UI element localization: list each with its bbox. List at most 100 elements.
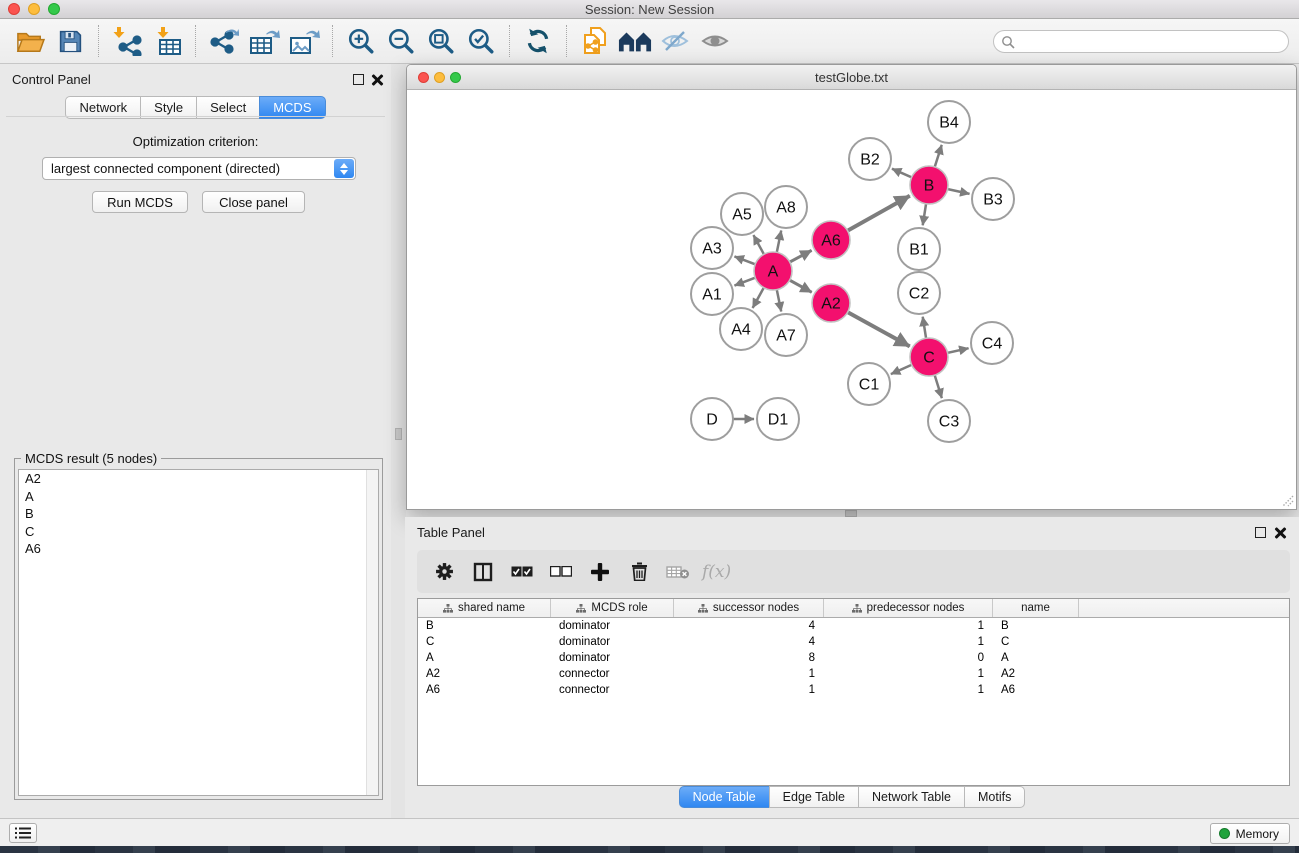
table-settings-button[interactable] xyxy=(429,557,459,587)
table-cell[interactable]: dominator xyxy=(551,618,674,634)
column-header-predecessor-nodes[interactable]: predecessor nodes xyxy=(824,599,993,617)
table-cell[interactable]: A xyxy=(418,650,551,666)
table-cell[interactable]: C xyxy=(418,634,551,650)
memory-button[interactable]: Memory xyxy=(1210,823,1290,844)
import-network-button[interactable] xyxy=(110,24,144,58)
refresh-view-button[interactable] xyxy=(521,24,555,58)
save-session-button[interactable] xyxy=(53,24,87,58)
zoom-in-button[interactable] xyxy=(344,24,378,58)
network-window-title: testGlobe.txt xyxy=(407,70,1296,85)
split-handle[interactable] xyxy=(845,510,857,517)
clone-network-button[interactable] xyxy=(578,24,612,58)
import-network-icon xyxy=(112,26,142,56)
table-cell[interactable]: B xyxy=(993,618,1079,634)
table-row[interactable]: Adominator80A xyxy=(418,650,1289,666)
table-cell[interactable]: A2 xyxy=(993,666,1079,682)
table-cell[interactable]: C xyxy=(993,634,1079,650)
table-cell[interactable]: dominator xyxy=(551,634,674,650)
hide-selected-button[interactable] xyxy=(658,24,692,58)
table-cell[interactable]: 1 xyxy=(674,682,824,698)
task-history-button[interactable] xyxy=(9,823,37,843)
table-toolbar: f(x) xyxy=(417,550,1290,593)
mcds-result-item[interactable]: A xyxy=(19,488,378,506)
mcds-result-item[interactable]: B xyxy=(19,505,378,523)
table-row[interactable]: Cdominator41C xyxy=(418,634,1289,650)
tab-motifs[interactable]: Motifs xyxy=(964,786,1025,808)
export-image-button[interactable] xyxy=(287,24,321,58)
table-cell[interactable]: A6 xyxy=(418,682,551,698)
table-cell[interactable]: 4 xyxy=(674,618,824,634)
refresh-icon xyxy=(524,27,552,55)
export-table-button[interactable] xyxy=(247,24,281,58)
column-visibility-button[interactable] xyxy=(468,557,498,587)
table-cell[interactable]: 4 xyxy=(674,634,824,650)
export-network-icon xyxy=(209,26,239,56)
import-table-button[interactable] xyxy=(150,24,184,58)
mcds-result-groupbox: MCDS result (5 nodes) A2ABCA6 xyxy=(14,458,383,800)
column-header-successor-nodes[interactable]: successor nodes xyxy=(674,599,824,617)
close-panel-icon[interactable] xyxy=(371,74,383,86)
table-cell[interactable]: 1 xyxy=(824,634,993,650)
tab-node-table[interactable]: Node Table xyxy=(679,786,769,808)
zoom-selected-button[interactable] xyxy=(464,24,498,58)
mcds-result-item[interactable]: C xyxy=(19,523,378,541)
table-cell[interactable]: 1 xyxy=(824,666,993,682)
float-panel-icon[interactable] xyxy=(353,74,364,85)
export-network-button[interactable] xyxy=(207,24,241,58)
open-session-button[interactable] xyxy=(13,24,47,58)
table-row[interactable]: Bdominator41B xyxy=(418,618,1289,634)
table-cell[interactable]: dominator xyxy=(551,650,674,666)
table-row[interactable]: A6connector11A6 xyxy=(418,682,1289,698)
tab-network-table[interactable]: Network Table xyxy=(858,786,964,808)
clone-network-icon xyxy=(581,26,609,56)
main-toolbar xyxy=(0,19,1299,64)
table-cell[interactable]: A2 xyxy=(418,666,551,682)
table-cell[interactable]: 1 xyxy=(824,682,993,698)
add-column-button[interactable] xyxy=(585,557,615,587)
node-label-A6: A6 xyxy=(821,233,841,250)
zoom-fit-button[interactable] xyxy=(424,24,458,58)
node-label-D: D xyxy=(706,412,718,429)
search-input[interactable] xyxy=(1019,33,1288,51)
zoom-out-button[interactable] xyxy=(384,24,418,58)
float-panel-icon[interactable] xyxy=(1255,527,1266,538)
delete-column-button[interactable] xyxy=(624,557,654,587)
mcds-result-item[interactable]: A2 xyxy=(19,470,378,488)
run-mcds-button[interactable]: Run MCDS xyxy=(92,191,188,213)
split-handle[interactable] xyxy=(395,428,402,440)
column-header-name[interactable]: name xyxy=(993,599,1079,617)
control-panel: Control Panel NetworkStyleSelectMCDS Opt… xyxy=(0,64,391,818)
first-neighbors-button[interactable] xyxy=(618,24,652,58)
split-divider-vertical[interactable] xyxy=(391,64,406,818)
close-panel-button[interactable]: Close panel xyxy=(202,191,305,213)
unselect-all-rows-button[interactable] xyxy=(546,557,576,587)
node-label-B2: B2 xyxy=(860,152,880,169)
scrollbar-track[interactable] xyxy=(366,470,378,795)
table-cell[interactable]: 8 xyxy=(674,650,824,666)
resize-grip-icon[interactable] xyxy=(1281,494,1295,508)
houses-icon xyxy=(618,28,652,54)
network-canvas[interactable]: B4B2BB3A8A5A3A6B1AA1C2A2A4A7C4CC1C3DD1 xyxy=(408,91,1295,509)
search-field[interactable] xyxy=(993,30,1289,53)
show-all-button[interactable] xyxy=(698,24,732,58)
table-cell[interactable]: B xyxy=(418,618,551,634)
table-cell[interactable]: connector xyxy=(551,682,674,698)
delete-table-button[interactable] xyxy=(663,557,693,587)
mcds-result-item[interactable]: A6 xyxy=(19,540,378,558)
table-cell[interactable]: 1 xyxy=(674,666,824,682)
column-header-shared-name[interactable]: shared name xyxy=(418,599,551,617)
table-cell[interactable]: 0 xyxy=(824,650,993,666)
function-builder-button[interactable]: f(x) xyxy=(702,557,731,587)
table-cell[interactable]: connector xyxy=(551,666,674,682)
close-panel-icon[interactable] xyxy=(1274,527,1286,539)
table-cell[interactable]: A xyxy=(993,650,1079,666)
select-all-rows-button[interactable] xyxy=(507,557,537,587)
table-cell[interactable]: A6 xyxy=(993,682,1079,698)
column-header-MCDS-role[interactable]: MCDS role xyxy=(551,599,674,617)
node-label-C1: C1 xyxy=(859,377,880,394)
network-window-titlebar[interactable]: testGlobe.txt xyxy=(407,65,1296,90)
tab-edge-table[interactable]: Edge Table xyxy=(769,786,858,808)
criterion-select[interactable]: largest connected component (directed) xyxy=(42,157,356,180)
table-row[interactable]: A2connector11A2 xyxy=(418,666,1289,682)
table-cell[interactable]: 1 xyxy=(824,618,993,634)
